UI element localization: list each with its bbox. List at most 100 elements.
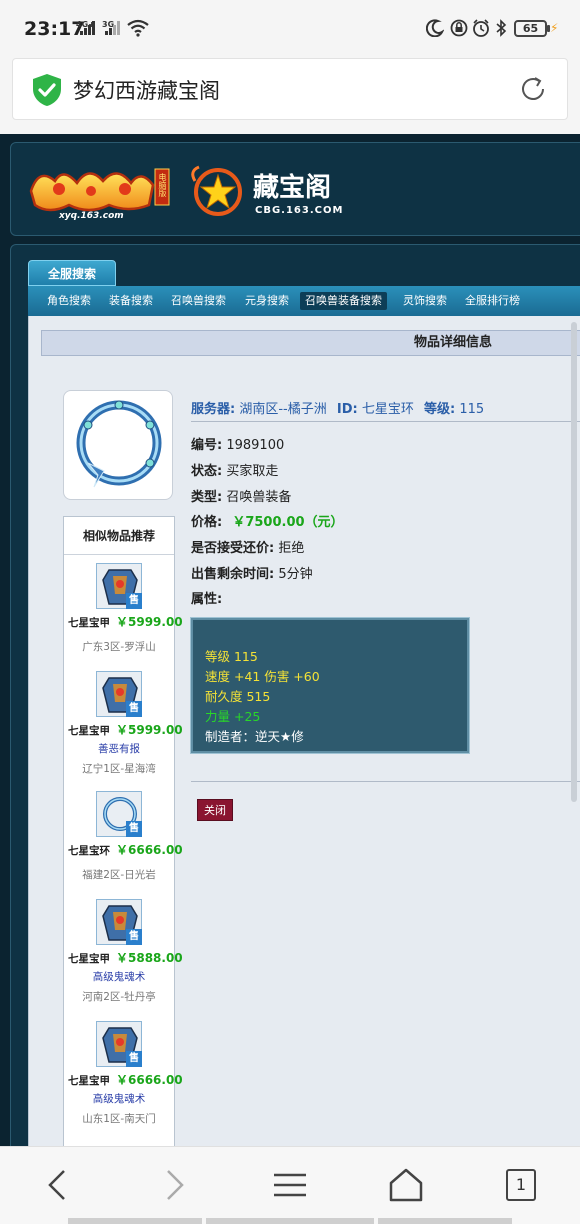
- type-label: 类型:: [191, 490, 223, 505]
- list-item[interactable]: 售 七星宝甲 ￥6666.00 高级鬼魂术 山东1区-南天门: [64, 1021, 183, 1139]
- rec-price: ￥5888.00: [116, 951, 183, 965]
- type-value: 召唤兽装备: [226, 490, 292, 505]
- site-header: 电脑版 xyq.163.com 藏宝阁 CBG.163.COM: [10, 142, 580, 236]
- armor-icon[interactable]: 售: [96, 671, 142, 717]
- gesture-bar-right: [378, 1218, 512, 1224]
- time-left-line: 出售剩余时间: 5分钟: [191, 563, 313, 582]
- level-label: 等级:: [424, 402, 456, 417]
- gesture-bar-center: [206, 1218, 374, 1224]
- bargain-value: 拒绝: [278, 541, 305, 556]
- bargain-line: 是否接受还价: 拒绝: [191, 537, 304, 556]
- sell-badge: 售: [126, 593, 142, 609]
- rec-name: 七星宝环: [68, 845, 110, 857]
- sell-badge: 售: [126, 821, 142, 837]
- detail-header: 物品详细信息: [41, 330, 580, 356]
- type-line: 类型: 召唤兽装备: [191, 486, 291, 505]
- cbg-logo[interactable]: 藏宝阁 CBG.163.COM: [187, 161, 362, 223]
- recommend-list: 相似物品推荐 售 七星宝甲 ￥5999.00 广东3区-罗浮山 售 七星宝甲 ￥…: [63, 516, 183, 1156]
- nav-yuanshen-search[interactable]: 元身搜索: [240, 292, 294, 310]
- close-button[interactable]: 关闭: [197, 799, 233, 821]
- bottom-divider: [191, 781, 580, 782]
- treasure-logo-icon: [191, 165, 242, 216]
- code-value: 1989100: [226, 438, 285, 453]
- sell-badge: 售: [126, 929, 142, 945]
- list-item[interactable]: 售 七星宝甲 ￥5888.00 高级鬼魂术 河南2区-牡丹亭: [64, 899, 183, 1017]
- nav-lingshi-search[interactable]: 灵饰搜索: [398, 292, 452, 310]
- price-value: ￥7500.00（元）: [232, 515, 344, 530]
- forward-icon[interactable]: [156, 1167, 192, 1203]
- page-scrollbar[interactable]: [571, 322, 577, 802]
- armor-icon[interactable]: 售: [96, 1021, 142, 1067]
- attr-label: 属性:: [191, 592, 223, 607]
- cbg-logo-url: CBG.163.COM: [255, 205, 344, 216]
- alarm-icon: [473, 19, 489, 37]
- detail-panel: 物品详细信息 服务器: 湖南区--橘子洲 ID: 七星宝环 等级: 115 编号…: [28, 316, 580, 1156]
- moon-icon: [426, 19, 444, 37]
- signal-icon: [80, 21, 96, 35]
- back-icon[interactable]: [40, 1167, 76, 1203]
- armor-icon[interactable]: 售: [96, 899, 142, 945]
- price-line: 价格: ￥7500.00（元）: [191, 511, 344, 530]
- menu-icon[interactable]: [272, 1167, 308, 1203]
- rec-name: 七星宝甲: [68, 725, 110, 737]
- rec-server: 河南2区-牡丹亭: [82, 991, 156, 1003]
- tab-all-server-search[interactable]: 全服搜索: [28, 260, 116, 286]
- nav-pet-search[interactable]: 召唤兽搜索: [166, 292, 231, 310]
- info-divider: [191, 421, 580, 422]
- mhxy-logo-url: xyq.163.com: [59, 211, 124, 221]
- rec-price: ￥5999.00: [116, 723, 183, 737]
- sell-badge: 售: [126, 1051, 142, 1067]
- rec-skill: 善恶有报: [98, 743, 140, 755]
- attr-line: 属性:: [191, 588, 222, 607]
- category-nav: 角色搜索 装备搜索 召唤兽搜索 元身搜索 召唤兽装备搜索 灵饰搜索 全服排行榜: [28, 286, 580, 316]
- sell-badge: 售: [126, 701, 142, 717]
- rec-server: 广东3区-罗浮山: [82, 641, 156, 653]
- time-left-label: 出售剩余时间:: [191, 567, 275, 582]
- attribute-box: 等级 115 速度 +41 伤害 +60 耐久度 515 力量 +25 制造者：…: [190, 617, 470, 754]
- home-icon[interactable]: [388, 1167, 424, 1203]
- item-image: [63, 390, 173, 500]
- list-item[interactable]: 售 七星宝环 ￥6666.00 福建2区-日光岩: [64, 791, 183, 909]
- nav-role-search[interactable]: 角色搜索: [42, 292, 96, 310]
- address-bar[interactable]: 梦幻西游藏宝阁: [12, 58, 568, 120]
- rec-server: 山东1区-南天门: [82, 1113, 156, 1125]
- attr-speed-damage: 速度 +41 伤害 +60: [205, 669, 320, 684]
- rec-skill: 高级鬼魂术: [92, 1093, 146, 1105]
- gesture-bar-left: [68, 1218, 202, 1224]
- rec-skill: 高级鬼魂术: [92, 971, 146, 983]
- rec-name: 七星宝甲: [68, 953, 110, 965]
- page-title: 梦幻西游藏宝阁: [73, 79, 220, 103]
- nav-equip-search[interactable]: 装备搜索: [104, 292, 158, 310]
- status-label: 状态:: [191, 464, 223, 479]
- attr-durability: 耐久度 515: [205, 689, 271, 704]
- rec-price: ￥6666.00: [116, 1073, 183, 1087]
- code-line: 编号: 1989100: [191, 434, 284, 453]
- level-value: 115: [459, 402, 485, 417]
- battery-indicator: 65: [514, 20, 547, 37]
- tabs-count-button[interactable]: 1: [506, 1169, 536, 1201]
- status-bar: 23:17 4G+ 3G 65 ⚡: [0, 0, 580, 58]
- attr-level: 等级 115: [205, 649, 258, 664]
- rec-server: 辽宁1区-星海湾: [82, 763, 156, 775]
- browser-bottom-nav: 1: [0, 1146, 580, 1224]
- ring-icon: [76, 400, 162, 488]
- bargain-label: 是否接受还价:: [191, 541, 275, 556]
- list-item[interactable]: 售 七星宝甲 ￥5999.00 善恶有报 辽宁1区-星海湾: [64, 671, 183, 789]
- nav-ranking[interactable]: 全服排行榜: [460, 292, 525, 310]
- bluetooth-icon: [496, 19, 507, 37]
- time-left-value: 5分钟: [278, 567, 313, 582]
- id-value: 七星宝环: [361, 402, 414, 417]
- charging-icon: ⚡: [550, 21, 559, 35]
- list-item[interactable]: 售 七星宝甲 ￥5999.00 广东3区-罗浮山: [64, 563, 183, 681]
- status-line: 状态: 买家取走: [191, 460, 278, 479]
- security-shield-icon: [33, 74, 61, 106]
- status-value: 买家取走: [226, 464, 279, 479]
- mhxy-logo[interactable]: 电脑版 xyq.163.com: [29, 161, 179, 223]
- nav-pet-equip-search[interactable]: 召唤兽装备搜索: [300, 292, 387, 310]
- reload-icon[interactable]: [517, 73, 549, 105]
- armor-icon[interactable]: 售: [96, 563, 142, 609]
- attr-maker: 制造者：逆天★修: [205, 729, 304, 744]
- rec-name: 七星宝甲: [68, 617, 110, 629]
- ring-icon[interactable]: 售: [96, 791, 142, 837]
- rec-price: ￥5999.00: [116, 615, 183, 629]
